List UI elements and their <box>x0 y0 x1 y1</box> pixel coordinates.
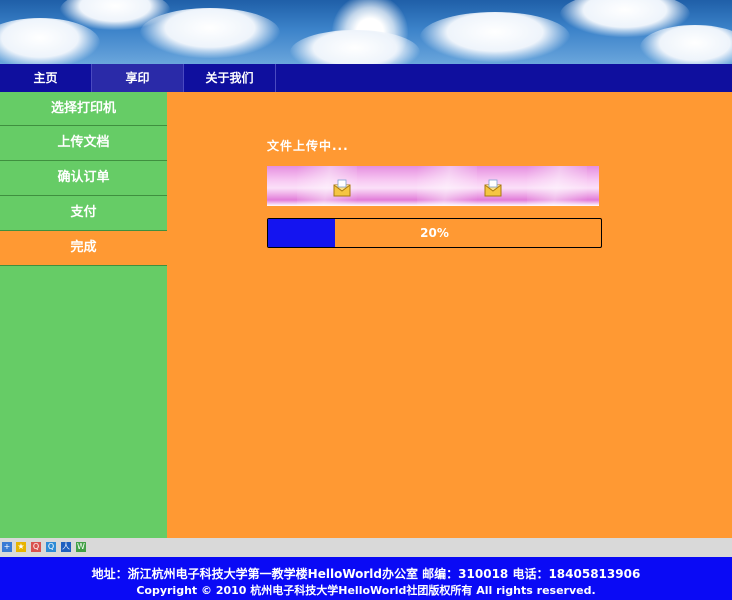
footer-copyright: Copyright © 2010 杭州电子科技大学HelloWorld社团版权所… <box>136 584 596 597</box>
sidebar-item-select-printer[interactable]: 选择打印机 <box>0 92 167 126</box>
upload-animation <box>267 166 599 206</box>
cloud <box>420 12 570 62</box>
qq-icon[interactable]: Q <box>46 542 56 552</box>
sidebar-item-upload-document[interactable]: 上传文档 <box>0 126 167 161</box>
upload-status-text: 文件上传中... <box>267 139 349 153</box>
top-nav: 主页 享印 关于我们 <box>0 64 732 92</box>
envelope-icon <box>484 179 502 197</box>
sidebar-item-pay[interactable]: 支付 <box>0 196 167 231</box>
sky-banner <box>0 0 732 64</box>
cloud <box>140 8 280 58</box>
sidebar-item-confirm-order[interactable]: 确认订单 <box>0 161 167 196</box>
nav-item-about[interactable]: 关于我们 <box>184 64 276 92</box>
footer: 地址：浙江杭州电子科技大学第一教学楼HelloWorld办公室 邮编：31001… <box>0 557 732 600</box>
animation-sheen <box>527 166 587 206</box>
share-bar: + ★ Q Q 人 W <box>0 538 732 557</box>
animation-sheen <box>417 166 477 206</box>
main-content: 文件上传中... 20% <box>167 92 732 538</box>
nav-item-home[interactable]: 主页 <box>0 64 92 92</box>
upload-progress-bar: 20% <box>267 218 602 248</box>
share-plus-icon[interactable]: + <box>2 542 12 552</box>
envelope-icon <box>333 179 351 197</box>
sidebar-item-complete[interactable]: 完成 <box>0 231 167 266</box>
progress-percent: 20% <box>420 226 449 240</box>
footer-address: 地址：浙江杭州电子科技大学第一教学楼HelloWorld办公室 邮编：31001… <box>91 567 641 581</box>
step-sidebar: 选择打印机 上传文档 确认订单 支付 完成 <box>0 92 167 538</box>
nav-item-share-print[interactable]: 享印 <box>92 64 184 92</box>
wechat-icon[interactable]: W <box>76 542 86 552</box>
favorite-star-icon[interactable]: ★ <box>16 542 26 552</box>
qzone-icon[interactable]: Q <box>31 542 41 552</box>
renren-icon[interactable]: 人 <box>61 542 71 552</box>
